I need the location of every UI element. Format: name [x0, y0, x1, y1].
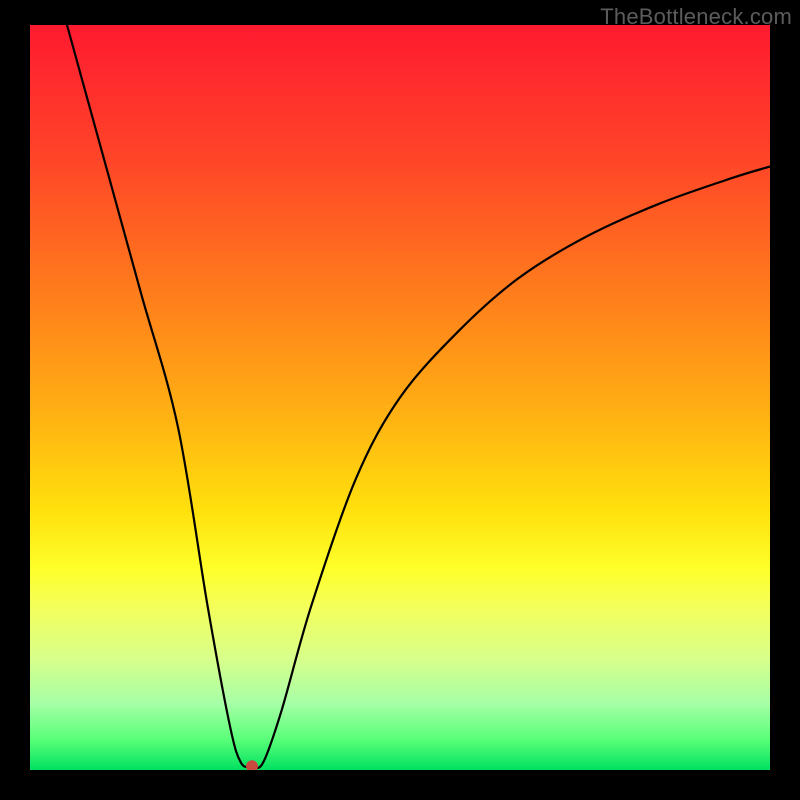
optimal-point-marker — [246, 760, 258, 770]
chart-svg — [30, 25, 770, 770]
bottleneck-curve — [67, 25, 770, 768]
chart-plot-area — [30, 25, 770, 770]
watermark-text: TheBottleneck.com — [600, 4, 792, 30]
chart-frame: TheBottleneck.com — [0, 0, 800, 800]
